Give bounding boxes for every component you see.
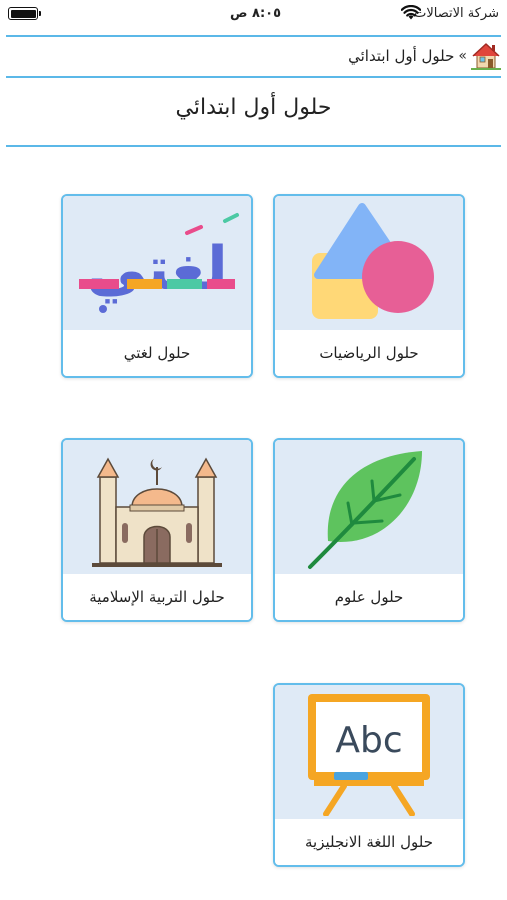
- abc-board-icon: Abc: [308, 694, 430, 816]
- wifi-icon: [401, 5, 421, 20]
- breadcrumb-separator: »: [458, 48, 467, 64]
- status-bar: شركة الاتصالات ٨:٠٥ ص: [0, 0, 507, 28]
- card-label: حلول اللغة الانجليزية: [275, 819, 463, 865]
- clock: ٨:٠٥ ص: [230, 6, 282, 21]
- breadcrumb-current[interactable]: حلول أول ابتدائي: [348, 47, 454, 65]
- card-islamic[interactable]: حلول التربية الإسلامية: [61, 438, 253, 622]
- board-text: Abc: [335, 720, 402, 761]
- lughati-logo: لغتي: [79, 213, 239, 313]
- card-label: حلول لغتي: [63, 330, 251, 376]
- divider: [6, 145, 501, 147]
- card-science[interactable]: حلول علوم: [273, 438, 465, 622]
- mosque-icon: [92, 457, 222, 567]
- page-title: حلول أول ابتدائي: [175, 95, 332, 120]
- card-label: حلول علوم: [275, 574, 463, 620]
- house-icon[interactable]: [471, 41, 501, 71]
- divider: [6, 35, 501, 37]
- shapes-icon: [312, 203, 434, 319]
- card-label: حلول التربية الإسلامية: [63, 574, 251, 620]
- card-math[interactable]: حلول الرياضيات: [273, 194, 465, 378]
- leaf-icon: [308, 451, 422, 569]
- card-english[interactable]: Abc حلول اللغة الانجليزية: [273, 683, 465, 867]
- divider: [6, 76, 501, 78]
- card-lughati[interactable]: لغتي حلول لغتي: [61, 194, 253, 378]
- lughati-logo-text: لغتي: [86, 234, 228, 304]
- battery-icon: [8, 7, 41, 20]
- card-label: حلول الرياضيات: [275, 330, 463, 376]
- breadcrumb: » حلول أول ابتدائي: [348, 38, 501, 74]
- carrier-name: شركة الاتصالات: [414, 6, 499, 21]
